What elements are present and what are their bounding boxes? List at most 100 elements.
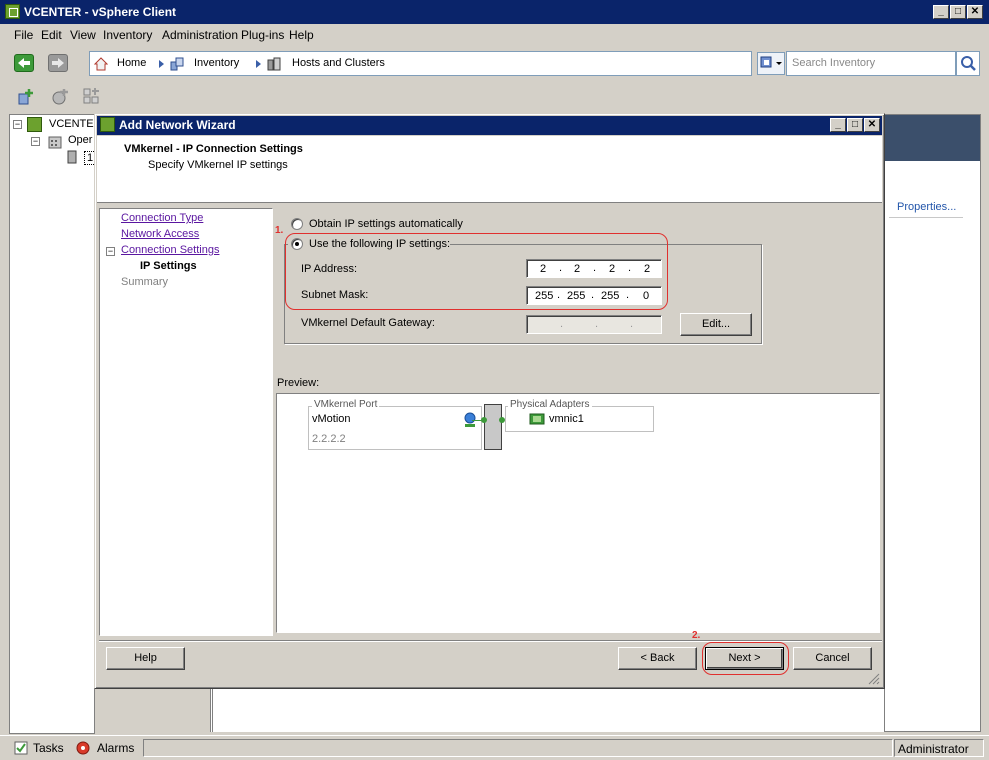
radio-obtain-automatically-label: Obtain IP settings automatically (309, 218, 463, 230)
search-input[interactable]: Search Inventory (786, 51, 956, 76)
content-pane: Properties... (884, 114, 981, 732)
toolbar (0, 84, 989, 112)
tree-datacenter-label[interactable]: Oper (68, 134, 92, 146)
annotation-highlight-next (702, 642, 789, 675)
new-host-icon[interactable] (16, 87, 36, 107)
forward-arrow-icon[interactable] (48, 54, 68, 72)
gateway-dot: . (630, 318, 634, 330)
vsphere-app-icon (5, 4, 20, 19)
main-titlebar: VCENTER - vSphere Client _ □ ✕ (0, 0, 989, 24)
port-ip: 2.2.2.2 (312, 433, 346, 445)
resize-grip-icon[interactable] (868, 673, 880, 685)
step-network-access[interactable]: Network Access (121, 228, 199, 240)
port-link-dot (481, 417, 487, 423)
preview-label: Preview: (277, 377, 320, 389)
status-bar: Tasks Alarms Administrator (0, 735, 989, 760)
wizard-steps: Connection Type Network Access − Connect… (99, 208, 273, 636)
vswitch-bar (484, 404, 502, 450)
status-message-area (143, 739, 893, 757)
adapter-name: vmnic1 (549, 413, 584, 425)
vcenter-icon (27, 117, 42, 132)
breadcrumb-hosts-and-clusters[interactable]: Hosts and Clusters (292, 57, 385, 69)
close-button[interactable]: ✕ (967, 5, 983, 19)
inventory-tree: − VCENTER − Oper 1 (9, 114, 102, 734)
new-cluster-icon[interactable] (50, 87, 70, 107)
cancel-button[interactable]: Cancel (793, 647, 872, 670)
annotation-highlight-ip (285, 233, 668, 310)
host-icon (67, 150, 77, 164)
help-button[interactable]: Help (106, 647, 185, 670)
maximize-button[interactable]: □ (950, 5, 966, 19)
back-button[interactable]: < Back (618, 647, 697, 670)
wizard-subheading: Specify VMkernel IP settings (148, 159, 288, 171)
gateway-dot: . (560, 318, 564, 330)
breadcrumb-home[interactable]: Home (117, 57, 146, 69)
minimize-button[interactable]: _ (933, 5, 949, 19)
menu-file[interactable]: File (14, 28, 33, 42)
gateway-label: VMkernel Default Gateway: (301, 317, 435, 329)
search-placeholder: Search Inventory (792, 57, 876, 69)
content-header (885, 115, 980, 161)
vmkernel-port-box: vMotion 2.2.2.2 (308, 406, 482, 450)
wizard-title: Add Network Wizard (119, 118, 236, 132)
home-icon (94, 57, 108, 71)
menu-edit[interactable]: Edit (41, 28, 62, 42)
step-connection-settings[interactable]: Connection Settings (121, 244, 219, 256)
annotation-2: 2. (692, 630, 701, 641)
breadcrumb-separator-icon (256, 60, 261, 68)
wizard-heading: VMkernel - IP Connection Settings (124, 143, 303, 155)
inventory-icon (170, 57, 184, 71)
edit-gateway-button[interactable]: Edit... (680, 313, 752, 336)
annotation-1: 1. (275, 225, 284, 236)
breadcrumb-separator-icon (159, 60, 164, 68)
menu-bar: File Edit View Inventory Administration … (0, 25, 989, 45)
port-name: vMotion (312, 413, 351, 425)
vsphere-app-icon (100, 117, 115, 132)
hosts-clusters-icon (267, 57, 281, 71)
lower-pane (213, 688, 884, 732)
tasks-icon (14, 741, 28, 755)
window-title: VCENTER - vSphere Client (24, 5, 177, 19)
breadcrumb: Home Inventory Hosts and Clusters (89, 51, 752, 76)
breadcrumb-inventory[interactable]: Inventory (194, 57, 239, 69)
tasks-label[interactable]: Tasks (33, 741, 64, 755)
wizard-minimize-button[interactable]: _ (830, 118, 846, 132)
tree-collapse-icon[interactable]: − (13, 120, 22, 129)
wizard-maximize-button[interactable]: □ (847, 118, 863, 132)
search-scope-icon (760, 56, 782, 68)
menu-administration[interactable]: Administration (162, 28, 238, 42)
search-scope-dropdown[interactable] (757, 52, 785, 75)
search-icon (961, 56, 976, 71)
step-ip-settings: IP Settings (140, 260, 197, 272)
new-resource-pool-icon[interactable] (82, 87, 102, 107)
add-network-wizard: Add Network Wizard _ □ ✕ VMkernel - IP C… (94, 113, 885, 689)
user-name: Administrator (898, 742, 969, 756)
step-collapse-icon[interactable]: − (106, 247, 115, 256)
menu-view[interactable]: View (70, 28, 96, 42)
menu-plugins[interactable]: Plug-ins (241, 28, 284, 42)
adapters-legend: Physical Adapters (508, 399, 592, 410)
step-connection-type[interactable]: Connection Type (121, 212, 203, 224)
gateway-dot: . (595, 318, 599, 330)
tree-collapse-icon[interactable]: − (31, 137, 40, 146)
menu-help[interactable]: Help (289, 28, 314, 42)
wizard-titlebar: Add Network Wizard _ □ ✕ (97, 116, 882, 135)
search-button[interactable] (956, 51, 980, 76)
port-legend: VMkernel Port (312, 399, 380, 410)
alarms-icon (76, 741, 90, 755)
datacenter-icon (48, 136, 62, 149)
user-panel: Administrator (894, 739, 984, 757)
radio-obtain-automatically[interactable] (291, 218, 303, 230)
network-preview: vMotion 2.2.2.2 VMkernel Port vmnic1 Phy… (276, 393, 880, 633)
physical-nic-icon (529, 413, 545, 425)
properties-link[interactable]: Properties... (897, 201, 956, 213)
wizard-close-button[interactable]: ✕ (864, 118, 880, 132)
step-summary: Summary (121, 276, 169, 288)
menu-inventory[interactable]: Inventory (103, 28, 152, 42)
alarms-label[interactable]: Alarms (97, 741, 134, 755)
gateway-input: . . . (526, 315, 662, 334)
back-arrow-icon[interactable] (14, 54, 34, 72)
button-separator (99, 640, 882, 641)
divider (889, 217, 963, 218)
wizard-header: VMkernel - IP Connection Settings Specif… (97, 136, 882, 203)
